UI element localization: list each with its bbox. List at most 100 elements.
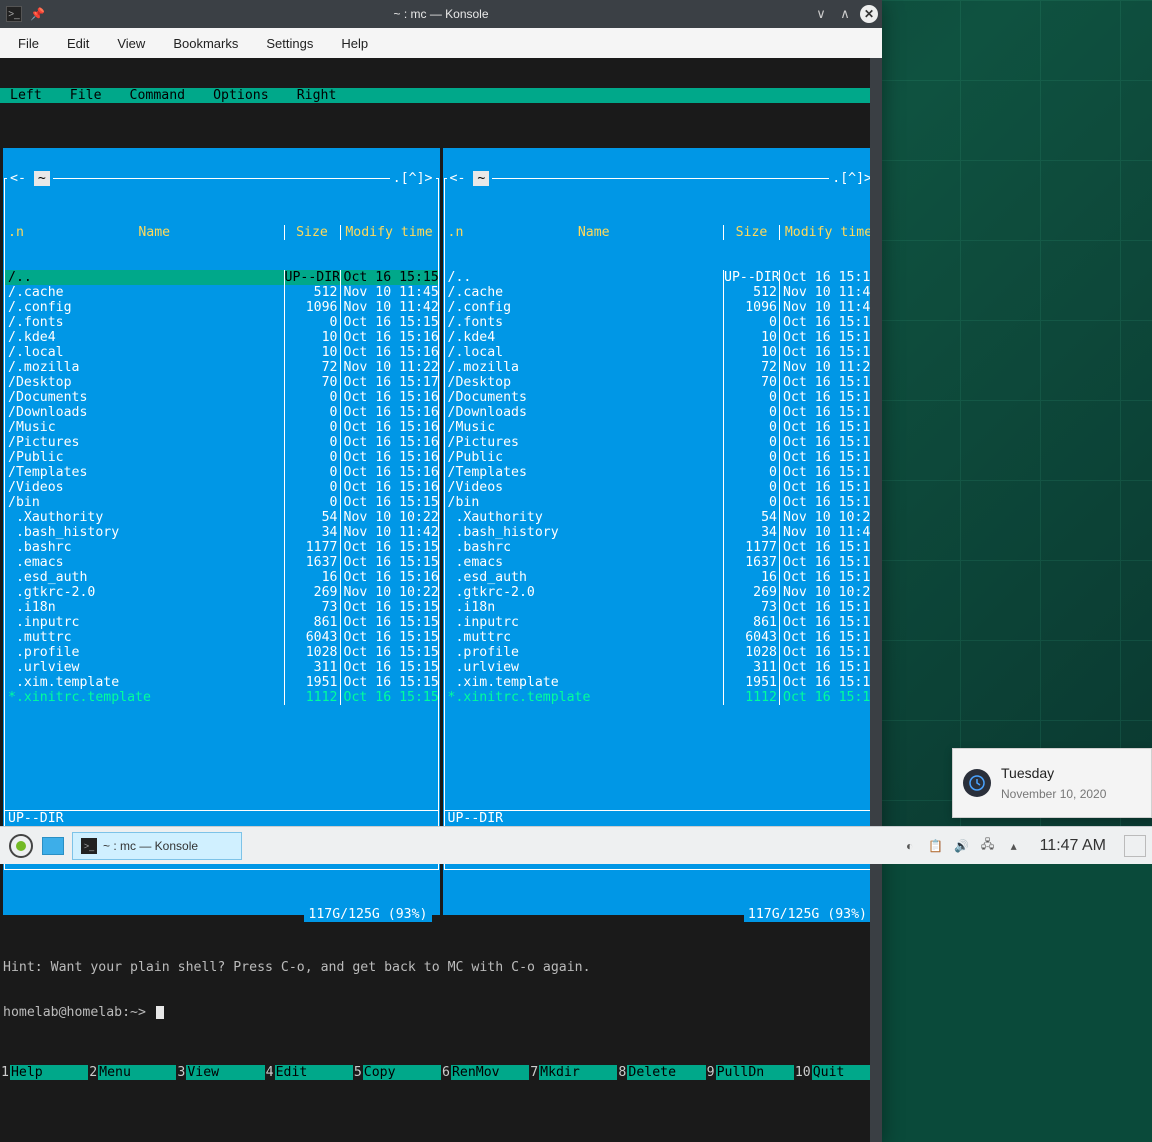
tray-network-icon[interactable]: 🖧	[980, 838, 996, 854]
file-row[interactable]: .muttrc6043Oct 16 15:15	[5, 630, 438, 645]
file-row[interactable]: .gtkrc-2.0269Nov 10 10:22	[445, 585, 878, 600]
file-row[interactable]: *.xinitrc.template1112Oct 16 15:15	[445, 690, 878, 705]
file-row[interactable]: /..UP--DIROct 16 15:15	[445, 270, 878, 285]
close-button[interactable]: ✕	[860, 5, 878, 23]
file-row[interactable]: /Pictures0Oct 16 15:16	[445, 435, 878, 450]
file-row[interactable]: .xim.template1951Oct 16 15:15	[5, 675, 438, 690]
menu-help[interactable]: Help	[329, 32, 380, 55]
right-panel[interactable]: <- ~ .[^]> .n Name Size Modify time /..U…	[443, 148, 880, 915]
menu-file[interactable]: File	[6, 32, 51, 55]
file-row[interactable]: /.fonts0Oct 16 15:15	[5, 315, 438, 330]
file-row[interactable]: .gtkrc-2.0269Nov 10 10:22	[5, 585, 438, 600]
file-row[interactable]: .inputrc861Oct 16 15:15	[445, 615, 878, 630]
taskbar-entry-konsole[interactable]: >_ ~ : mc — Konsole	[72, 832, 242, 860]
tray-chevron-icon[interactable]: ▴	[1006, 838, 1022, 854]
file-row[interactable]: .esd_auth16Oct 16 15:16	[445, 570, 878, 585]
mc-menu-right[interactable]: Right	[287, 88, 355, 103]
fkey-edit[interactable]: 4Edit	[265, 1065, 353, 1080]
peek-desktop[interactable]	[1124, 835, 1146, 857]
minimize-button[interactable]: ∨	[812, 5, 830, 23]
file-row[interactable]: .bash_history34Nov 10 11:42	[445, 525, 878, 540]
date-notification[interactable]: Tuesday November 10, 2020	[952, 748, 1152, 818]
file-row[interactable]: /.kde410Oct 16 15:16	[445, 330, 878, 345]
shell-prompt[interactable]: homelab@homelab:~>	[0, 1005, 882, 1020]
menu-bookmarks[interactable]: Bookmarks	[161, 32, 250, 55]
file-row[interactable]: .i18n73Oct 16 15:15	[5, 600, 438, 615]
file-row[interactable]: /.kde410Oct 16 15:16	[5, 330, 438, 345]
terminal-scrollbar[interactable]	[870, 58, 882, 1142]
file-row[interactable]: /.config1096Nov 10 11:42	[445, 300, 878, 315]
file-row[interactable]: /.mozilla72Nov 10 11:22	[445, 360, 878, 375]
fkey-copy[interactable]: 5Copy	[353, 1065, 441, 1080]
file-row[interactable]: /Downloads0Oct 16 15:16	[445, 405, 878, 420]
fkey-renmov[interactable]: 6RenMov	[441, 1065, 529, 1080]
show-desktop-button[interactable]	[42, 837, 64, 855]
fkey-menu[interactable]: 2Menu	[88, 1065, 176, 1080]
file-row[interactable]: .Xauthority54Nov 10 10:22	[445, 510, 878, 525]
file-row[interactable]: /Public0Oct 16 15:16	[445, 450, 878, 465]
fkey-pulldn[interactable]: 9PullDn	[706, 1065, 794, 1080]
tray-update-icon[interactable]: ◐	[902, 838, 918, 854]
mc-menu-left[interactable]: Left	[0, 88, 60, 103]
fkey-view[interactable]: 3View	[176, 1065, 264, 1080]
file-row[interactable]: /Templates0Oct 16 15:16	[445, 465, 878, 480]
menu-settings[interactable]: Settings	[254, 32, 325, 55]
file-row[interactable]: /Templates0Oct 16 15:16	[5, 465, 438, 480]
file-row[interactable]: *.xinitrc.template1112Oct 16 15:15	[5, 690, 438, 705]
file-row[interactable]: /Desktop70Oct 16 15:17	[5, 375, 438, 390]
file-row[interactable]: /Desktop70Oct 16 15:17	[445, 375, 878, 390]
file-row[interactable]: .emacs1637Oct 16 15:15	[445, 555, 878, 570]
mc-menu-options[interactable]: Options	[203, 88, 287, 103]
file-row[interactable]: .urlview311Oct 16 15:15	[445, 660, 878, 675]
file-row[interactable]: .xim.template1951Oct 16 15:15	[445, 675, 878, 690]
file-row[interactable]: /bin0Oct 16 15:15	[5, 495, 438, 510]
col-size[interactable]: Size	[284, 225, 340, 240]
file-row[interactable]: /Music0Oct 16 15:16	[5, 420, 438, 435]
file-row[interactable]: /.local10Oct 16 15:16	[5, 345, 438, 360]
file-row[interactable]: /.config1096Nov 10 11:42	[5, 300, 438, 315]
file-row[interactable]: .emacs1637Oct 16 15:15	[5, 555, 438, 570]
col-name[interactable]: Name	[465, 225, 724, 240]
file-row[interactable]: /..UP--DIROct 16 15:15	[5, 270, 438, 285]
file-row[interactable]: /.mozilla72Nov 10 11:22	[5, 360, 438, 375]
app-launcher[interactable]	[4, 829, 38, 863]
file-row[interactable]: .bash_history34Nov 10 11:42	[5, 525, 438, 540]
col-n[interactable]: .n	[445, 225, 465, 240]
mc-menu-command[interactable]: Command	[120, 88, 204, 103]
tray-volume-icon[interactable]: 🔊	[954, 838, 970, 854]
file-row[interactable]: /.local10Oct 16 15:16	[445, 345, 878, 360]
taskbar-clock[interactable]: 11:47 AM	[1032, 837, 1114, 855]
col-name[interactable]: Name	[25, 225, 284, 240]
tray-clipboard-icon[interactable]: 📋	[928, 838, 944, 854]
col-modify[interactable]: Modify time	[340, 225, 438, 240]
file-row[interactable]: .urlview311Oct 16 15:15	[5, 660, 438, 675]
col-modify[interactable]: Modify time	[779, 225, 877, 240]
file-row[interactable]: .Xauthority54Nov 10 10:22	[5, 510, 438, 525]
fkey-mkdir[interactable]: 7Mkdir	[529, 1065, 617, 1080]
fkey-quit[interactable]: 10Quit	[794, 1065, 882, 1080]
file-row[interactable]: .profile1028Oct 16 15:15	[445, 645, 878, 660]
file-row[interactable]: .inputrc861Oct 16 15:15	[5, 615, 438, 630]
pin-icon[interactable]: 📌	[30, 7, 45, 21]
file-row[interactable]: /Pictures0Oct 16 15:16	[5, 435, 438, 450]
left-panel[interactable]: <- ~ .[^]> .n Name Size Modify time /..U…	[3, 148, 440, 915]
file-row[interactable]: .muttrc6043Oct 16 15:15	[445, 630, 878, 645]
file-row[interactable]: /Music0Oct 16 15:16	[445, 420, 878, 435]
file-row[interactable]: .i18n73Oct 16 15:15	[445, 600, 878, 615]
file-row[interactable]: /Public0Oct 16 15:16	[5, 450, 438, 465]
col-size[interactable]: Size	[723, 225, 779, 240]
file-row[interactable]: /Documents0Oct 16 15:16	[5, 390, 438, 405]
file-row[interactable]: /.cache512Nov 10 11:45	[445, 285, 878, 300]
menu-view[interactable]: View	[105, 32, 157, 55]
fkey-delete[interactable]: 8Delete	[617, 1065, 705, 1080]
maximize-button[interactable]: ∧	[836, 5, 854, 23]
file-row[interactable]: /Downloads0Oct 16 15:16	[5, 405, 438, 420]
fkey-help[interactable]: 1Help	[0, 1065, 88, 1080]
file-row[interactable]: /bin0Oct 16 15:15	[445, 495, 878, 510]
file-row[interactable]: /.fonts0Oct 16 15:15	[445, 315, 878, 330]
mc-menu-file[interactable]: File	[60, 88, 120, 103]
col-n[interactable]: .n	[5, 225, 25, 240]
file-row[interactable]: .esd_auth16Oct 16 15:16	[5, 570, 438, 585]
file-row[interactable]: /Videos0Oct 16 15:16	[445, 480, 878, 495]
terminal[interactable]: Left File Command Options Right <- ~ .[^…	[0, 58, 882, 1142]
